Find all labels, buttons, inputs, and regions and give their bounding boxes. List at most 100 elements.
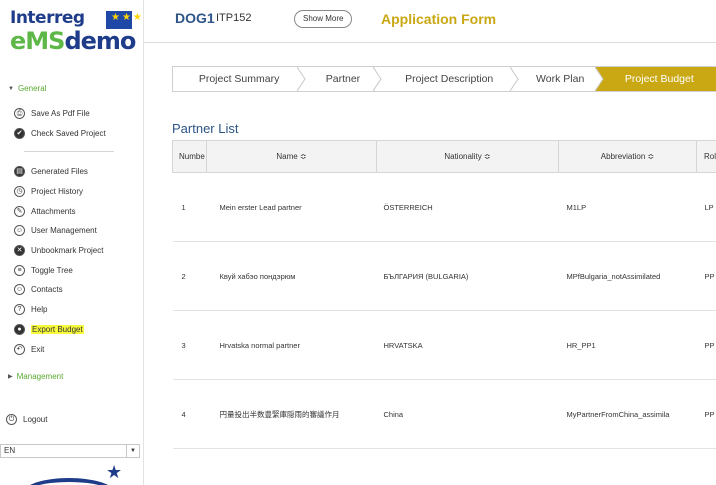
contacts-icon: ☺ xyxy=(14,284,25,296)
cell-abbreviation: MPfBulgaria_notAssimilated xyxy=(558,241,697,311)
cell-nationality: ÖSTERREICH xyxy=(376,172,559,242)
interreg-ems-logo: Interreg ★★★ eMSdemo xyxy=(10,8,142,55)
cell-role: LP xyxy=(696,172,716,242)
logo-top-text: Interreg xyxy=(10,8,85,28)
cell-name: Hrvatska normal partner xyxy=(206,310,377,380)
table-body: 1 Mein erster Lead partner ÖSTERREICH M1LP L… xyxy=(172,172,716,449)
sidebar-item-label: Export Budget xyxy=(31,324,84,334)
caret-right-icon: ▶ xyxy=(8,374,13,380)
project-acronym: ITP152 xyxy=(216,12,252,24)
sidebar-menu-main: ▤ Generated Files ◷ Project History ✎ Attachm… xyxy=(14,162,140,359)
cell-nationality: БЪЛГАРИЯ (BULGARIA) xyxy=(376,241,559,311)
sidebar-item-label: Attachments xyxy=(31,206,76,216)
table-header-row: Numbe ≎Name ≎Nationality ≎Abbreviation ≎… xyxy=(172,140,716,173)
section-general-toggle[interactable]: ▼ General xyxy=(8,84,46,93)
column-header-abbreviation[interactable]: Abbreviation ≎ xyxy=(558,140,697,173)
show-more-button[interactable]: Show More xyxy=(294,10,353,28)
project-code: DOG1 xyxy=(175,10,215,26)
sidebar-item-label: Generated Files xyxy=(31,167,88,177)
history-icon: ◷ xyxy=(14,186,25,198)
sidebar-item-save-as-pdf-file[interactable]: ⎙ Save As Pdf File xyxy=(14,104,140,124)
project-header: DOG1 ITP152 Show More Application Form xyxy=(170,0,716,42)
sidebar: Interreg ★★★ eMSdemo ▼ General ⎙ Save As P… xyxy=(0,0,144,485)
ems-bottom-logo: ★ xyxy=(24,462,134,485)
sidebar-item-label: Save As Pdf File xyxy=(31,109,90,119)
sidebar-item-check-saved-project[interactable]: ✔ Check Saved Project xyxy=(14,124,140,144)
sidebar-item-label: Help xyxy=(31,305,48,315)
sidebar-item-contacts[interactable]: ☺ Contacts xyxy=(14,280,140,300)
export-icon: ● xyxy=(14,323,25,335)
sidebar-item-help[interactable]: ? Help xyxy=(14,300,140,320)
tab-work-plan[interactable]: Work Plan xyxy=(518,67,611,91)
cell-name: Квуй хабэо пондэрюм xyxy=(206,241,377,311)
sidebar-item-label: Project History xyxy=(31,187,84,197)
chevron-separator-icon xyxy=(509,67,519,91)
sidebar-item-project-history[interactable]: ◷ Project History xyxy=(14,182,140,202)
cell-role: PP xyxy=(696,241,716,311)
exit-icon: ↶ xyxy=(14,343,25,355)
cell-abbreviation: MyPartnerFromChina_assimila xyxy=(558,379,697,449)
dropdown-arrow-icon: ▼ xyxy=(126,445,139,457)
sidebar-item-label: Toggle Tree xyxy=(31,265,73,275)
sidebar-item-label: Exit xyxy=(31,344,45,354)
cell-name: Mein erster Lead partner xyxy=(206,172,377,242)
column-header-name[interactable]: Name ≎ xyxy=(206,140,377,173)
cell-number: 4 xyxy=(172,379,207,449)
table-row[interactable]: 3 Hrvatska normal partner HRVATSKA HR_PP1 PP xyxy=(172,310,716,380)
power-icon: ⏻ xyxy=(6,414,17,426)
x-icon: ✕ xyxy=(14,245,25,257)
chevron-separator-icon xyxy=(594,67,611,91)
table-row[interactable]: 4 円量投出半数豊緊庫隠雨的審議作月 China MyPartnerFromChina… xyxy=(172,379,716,449)
sidebar-item-export-budget[interactable]: ● Export Budget xyxy=(14,320,140,340)
partner-table: Numbe ≎Name ≎Nationality ≎Abbreviation ≎… xyxy=(172,140,716,449)
paperclip-icon: ✎ xyxy=(14,205,25,217)
tree-icon: ≡ xyxy=(14,264,25,276)
table-row[interactable]: 2 Квуй хабэо пондэрюм БЪЛГАРИЯ (BULGARIA) M… xyxy=(172,241,716,311)
cell-nationality: China xyxy=(376,379,559,449)
logout-button[interactable]: ⏻ Logout xyxy=(6,410,47,430)
cell-number: 3 xyxy=(172,310,207,380)
sidebar-item-attachments[interactable]: ✎ Attachments xyxy=(14,201,140,221)
column-header-role[interactable]: Rol ≎ xyxy=(696,140,716,173)
column-header-number[interactable]: Numbe ≎ xyxy=(172,140,207,173)
sidebar-item-generated-files[interactable]: ▤ Generated Files xyxy=(14,162,140,182)
tab-project-budget[interactable]: Project Budget xyxy=(602,67,716,91)
cell-nationality: HRVATSKA xyxy=(376,310,559,380)
cell-number: 2 xyxy=(172,241,207,311)
sidebar-item-toggle-tree[interactable]: ≡ Toggle Tree xyxy=(14,260,140,280)
cell-number: 1 xyxy=(172,172,207,242)
cell-role: PP xyxy=(696,379,716,449)
sidebar-item-user-management[interactable]: ☺ User Management xyxy=(14,221,140,241)
page-title: Application Form xyxy=(381,11,497,27)
sidebar-item-label: Check Saved Project xyxy=(31,129,106,139)
tab-partner[interactable]: Partner xyxy=(305,67,382,91)
sidebar-divider xyxy=(24,151,114,152)
section-management-toggle[interactable]: ▶ Management xyxy=(8,372,63,381)
header-divider xyxy=(144,42,716,43)
table-row[interactable]: 1 Mein erster Lead partner ÖSTERREICH M1LP L… xyxy=(172,172,716,242)
cell-abbreviation: HR_PP1 xyxy=(558,310,697,380)
cell-role: PP xyxy=(696,310,716,380)
chevron-separator-icon xyxy=(372,67,382,91)
sidebar-item-label: Contacts xyxy=(31,285,63,295)
star-icon: ★ xyxy=(106,462,123,482)
check-icon: ✔ xyxy=(14,128,25,140)
column-header-nationality[interactable]: Nationality ≎ xyxy=(376,140,559,173)
partner-list-title: Partner List xyxy=(172,121,239,136)
logo-bottom-text: eMSdemo xyxy=(10,27,136,55)
sidebar-menu-top: ⎙ Save As Pdf File ✔ Check Saved Project xyxy=(14,104,140,143)
tab-project-summary[interactable]: Project Summary xyxy=(173,67,306,91)
tab-project-description[interactable]: Project Description xyxy=(381,67,519,91)
logo-arc xyxy=(24,478,114,485)
print-icon: ⎙ xyxy=(14,108,25,120)
form-section-tabs: Project Summary Partner Project Descriptio… xyxy=(172,66,716,92)
sidebar-item-exit[interactable]: ↶ Exit xyxy=(14,339,140,359)
chevron-separator-icon xyxy=(297,67,306,91)
language-select[interactable]: EN ▼ xyxy=(0,444,140,458)
sidebar-item-label: Unbookmark Project xyxy=(31,246,104,256)
user-icon: ☺ xyxy=(14,225,25,237)
sidebar-item-unbookmark-project[interactable]: ✕ Unbookmark Project xyxy=(14,241,140,261)
cell-abbreviation: M1LP xyxy=(558,172,697,242)
help-icon: ? xyxy=(14,304,25,316)
sidebar-item-label: User Management xyxy=(31,226,97,236)
